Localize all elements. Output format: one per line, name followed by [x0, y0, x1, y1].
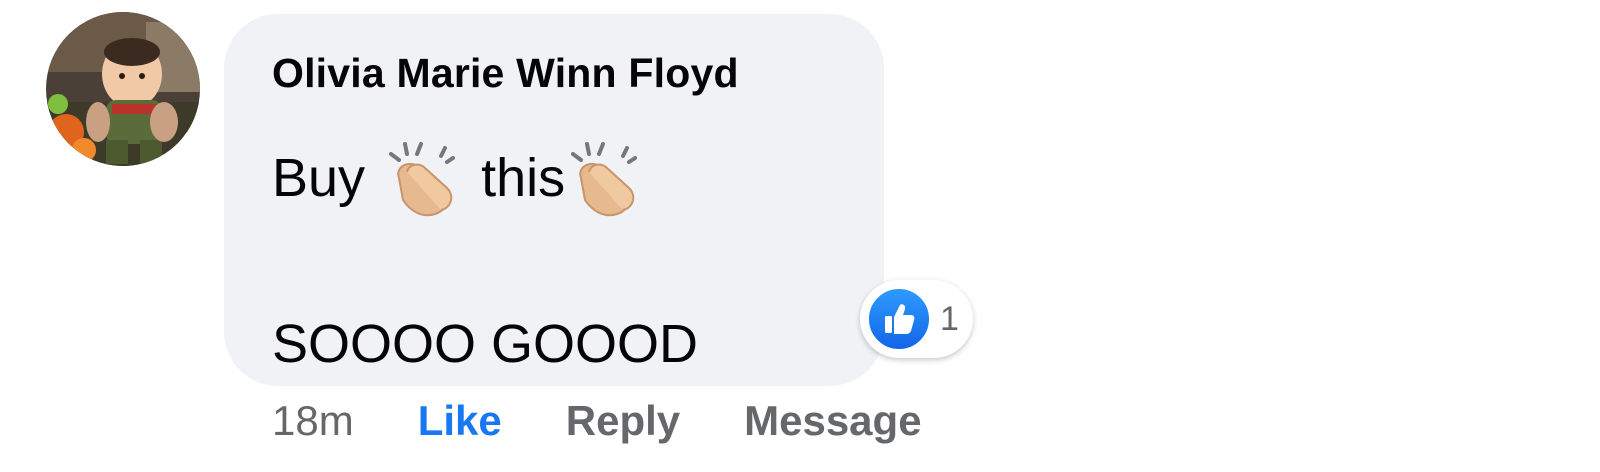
- comment-bubble: Olivia Marie Winn Floyd Buy this SOOOO G…: [224, 14, 884, 386]
- comment-actions: 18m Like Reply Message: [272, 394, 922, 448]
- comment-text-line: Buy this: [272, 138, 643, 218]
- message-button[interactable]: Message: [744, 397, 921, 445]
- like-button[interactable]: Like: [418, 397, 502, 445]
- avatar[interactable]: [46, 12, 200, 166]
- comment-text-word: Buy: [272, 148, 366, 208]
- reaction-count: 1: [940, 299, 959, 338]
- comment-text-word: this: [481, 148, 566, 208]
- comment: Olivia Marie Winn Floyd Buy this SOOOO G…: [0, 0, 1600, 472]
- reply-button[interactable]: Reply: [566, 397, 680, 445]
- comment-timestamp[interactable]: 18m: [272, 397, 354, 445]
- clapping-hands-icon: [567, 138, 643, 218]
- avatar-photo: [46, 12, 200, 166]
- comment-text-line: SOOOO GOOOD: [272, 314, 699, 374]
- reaction-summary[interactable]: 1: [860, 280, 973, 358]
- comment-author[interactable]: Olivia Marie Winn Floyd: [272, 50, 739, 97]
- clapping-hands-icon: [385, 138, 461, 218]
- like-icon: [866, 286, 932, 352]
